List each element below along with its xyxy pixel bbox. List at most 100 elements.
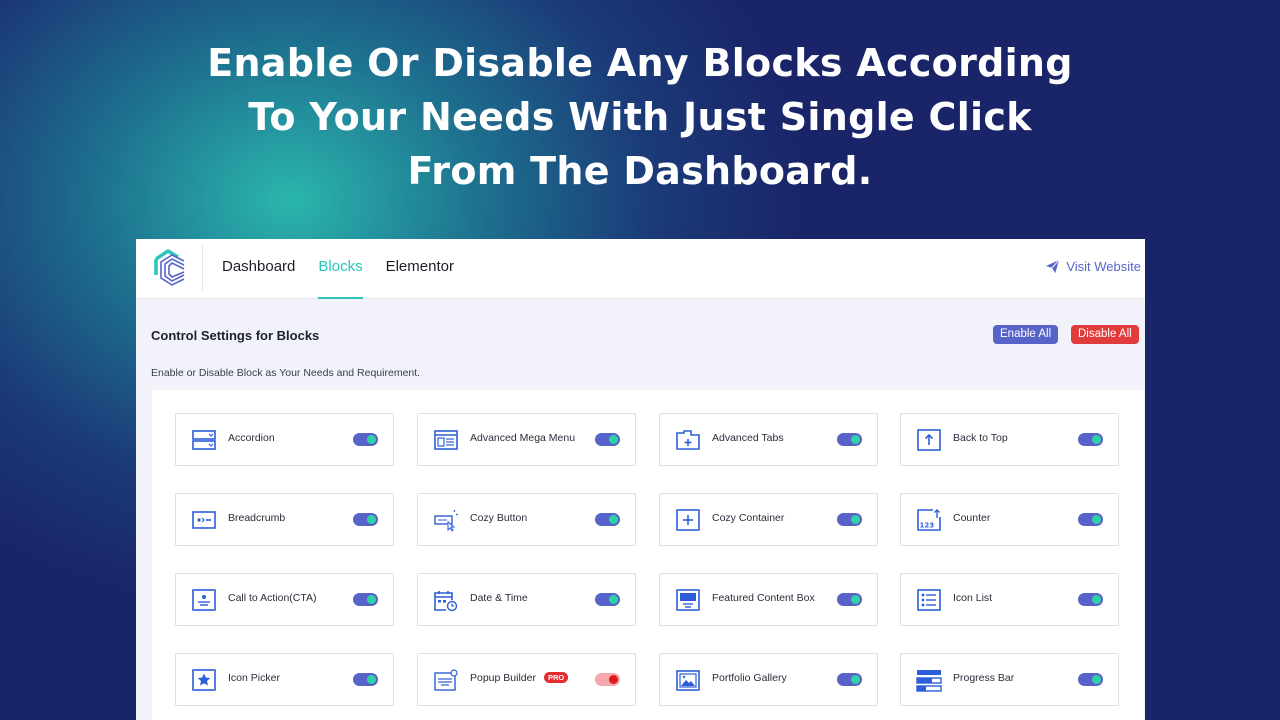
block-card[interactable]: Icon List: [900, 573, 1119, 626]
block-card[interactable]: Cozy Container: [659, 493, 878, 546]
block-card[interactable]: 123 Counter: [900, 493, 1119, 546]
block-card[interactable]: Featured Content Box: [659, 573, 878, 626]
counter-icon: 123: [916, 508, 942, 532]
toggle-knob: [851, 675, 860, 684]
toggle-knob: [851, 435, 860, 444]
block-label: Icon List: [953, 592, 992, 604]
hero-headline: Enable Or Disable Any Blocks According T…: [0, 36, 1280, 198]
block-label: Call to Action(CTA): [228, 592, 317, 604]
nav-elementor[interactable]: Elementor: [386, 239, 454, 299]
block-toggle[interactable]: [353, 673, 378, 686]
block-card[interactable]: Date & Time: [417, 573, 636, 626]
gallery-icon: [675, 668, 701, 692]
block-toggle[interactable]: [353, 513, 378, 526]
visit-website-link[interactable]: Visit Website: [1045, 259, 1141, 274]
block-card[interactable]: Breadcrumb: [175, 493, 394, 546]
svg-text:123: 123: [920, 522, 935, 530]
block-label-text: Date & Time: [470, 592, 528, 604]
block-label-text: Popup Builder: [470, 672, 536, 684]
block-toggle[interactable]: [837, 513, 862, 526]
visit-website-label: Visit Website: [1066, 259, 1141, 274]
block-label-text: Call to Action(CTA): [228, 592, 317, 604]
pro-badge: PRO: [543, 672, 569, 683]
block-label-text: Accordion: [228, 432, 275, 444]
block-card[interactable]: Icon Picker: [175, 653, 394, 706]
block-label: Cozy Container: [712, 512, 784, 524]
block-label-text: Featured Content Box: [712, 592, 815, 604]
block-card[interactable]: Popup Builder PRO: [417, 653, 636, 706]
main-nav: Dashboard Blocks Elementor: [222, 239, 454, 299]
block-label-text: Advanced Tabs: [712, 432, 784, 444]
toggle-knob: [609, 515, 618, 524]
block-label: Breadcrumb: [228, 512, 285, 524]
nav-blocks[interactable]: Blocks: [318, 239, 363, 299]
disable-all-button[interactable]: Disable All: [1071, 325, 1139, 344]
block-card[interactable]: Advanced Mega Menu: [417, 413, 636, 466]
block-card[interactable]: Back to Top: [900, 413, 1119, 466]
block-toggle[interactable]: [595, 433, 620, 446]
toggle-knob: [367, 675, 376, 684]
mega-menu-icon: [433, 428, 459, 452]
block-card[interactable]: Accordion: [175, 413, 394, 466]
cozy-logo-icon[interactable]: [150, 247, 188, 287]
block-toggle[interactable]: [1078, 513, 1103, 526]
toggle-knob: [1092, 435, 1101, 444]
block-label: Portfolio Gallery: [712, 672, 787, 684]
block-label: Featured Content Box: [712, 592, 815, 604]
block-toggle[interactable]: [837, 673, 862, 686]
block-toggle[interactable]: [353, 593, 378, 606]
logo-divider: [202, 245, 203, 291]
featured-box-icon: [675, 588, 701, 612]
block-toggle[interactable]: [595, 673, 620, 686]
block-label-text: Icon Picker: [228, 672, 280, 684]
toggle-knob: [609, 595, 618, 604]
paper-plane-icon: [1046, 259, 1060, 274]
block-label: Progress Bar: [953, 672, 1014, 684]
block-label-text: Back to Top: [953, 432, 1008, 444]
block-label: Date & Time: [470, 592, 528, 604]
block-toggle[interactable]: [1078, 593, 1103, 606]
block-label-text: Portfolio Gallery: [712, 672, 787, 684]
settings-title: Control Settings for Blocks: [151, 328, 320, 343]
toggle-knob: [1092, 515, 1101, 524]
block-label: Counter: [953, 512, 990, 524]
enable-all-button[interactable]: Enable All: [993, 325, 1059, 344]
block-label: Cozy Button: [470, 512, 527, 524]
block-toggle[interactable]: [595, 593, 620, 606]
block-label: Popup Builder PRO: [470, 672, 569, 684]
toggle-knob: [1092, 595, 1101, 604]
block-card[interactable]: Progress Bar: [900, 653, 1119, 706]
toggle-knob: [609, 675, 618, 684]
toggle-knob: [609, 435, 618, 444]
block-label-text: Counter: [953, 512, 991, 524]
block-toggle[interactable]: [1078, 433, 1103, 446]
block-label-text: Icon List: [953, 592, 993, 604]
toggle-knob: [367, 435, 376, 444]
progress-bar-icon: [916, 668, 942, 692]
block-label-text: Cozy Button: [470, 512, 528, 524]
block-toggle[interactable]: [837, 593, 862, 606]
top-navigation-bar: Dashboard Blocks Elementor Visit Website: [136, 239, 1145, 299]
block-label-text: Advanced Mega Menu: [470, 432, 576, 444]
block-card[interactable]: Advanced Tabs: [659, 413, 878, 466]
block-toggle[interactable]: [353, 433, 378, 446]
toggle-knob: [851, 595, 860, 604]
blocks-grid: Accordion Advanced Mega Menu Advanced Tabs…: [152, 390, 1144, 720]
star-box-icon: [191, 668, 217, 692]
block-label: Back to Top: [953, 432, 1008, 444]
block-toggle[interactable]: [1078, 673, 1103, 686]
headline-line-1: Enable Or Disable Any Blocks According: [207, 41, 1073, 85]
block-toggle[interactable]: [837, 433, 862, 446]
block-card[interactable]: Portfolio Gallery: [659, 653, 878, 706]
block-label: Accordion: [228, 432, 275, 444]
block-label: Advanced Mega Menu: [470, 432, 575, 444]
headline-line-3: From The Dashboard.: [407, 149, 873, 193]
accordion-icon: [191, 428, 217, 452]
list-icon: [916, 588, 942, 612]
block-toggle[interactable]: [595, 513, 620, 526]
block-label-text: Breadcrumb: [228, 512, 286, 524]
toggle-knob: [367, 595, 376, 604]
block-card[interactable]: Cozy Button: [417, 493, 636, 546]
nav-dashboard[interactable]: Dashboard: [222, 239, 295, 299]
block-card[interactable]: Call to Action(CTA): [175, 573, 394, 626]
